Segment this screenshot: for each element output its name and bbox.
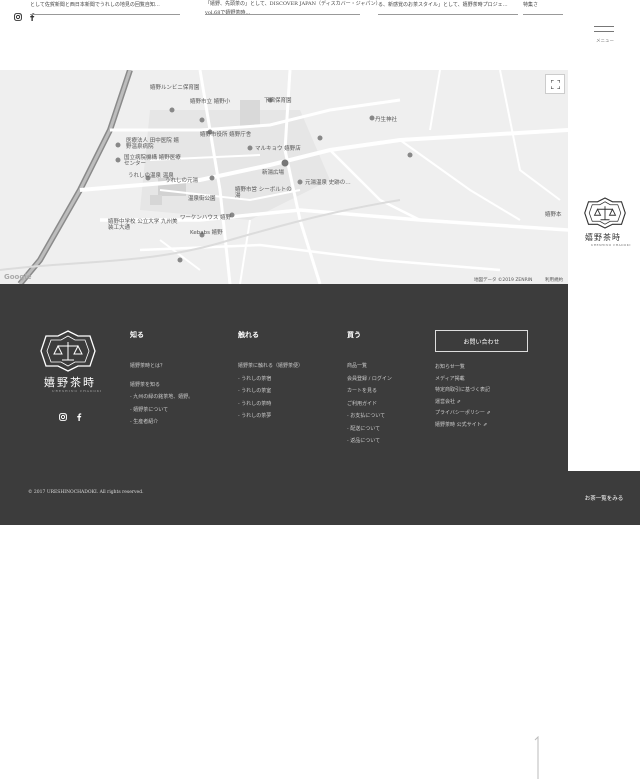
footer-link[interactable]: - うれしの茶時	[238, 398, 303, 411]
news-divider	[378, 14, 518, 15]
footer-social-links	[59, 413, 83, 421]
map-terms-link[interactable]: 利用規約	[545, 277, 563, 283]
footer-link[interactable]: ご利用ガイド	[347, 398, 392, 411]
map-label: 温泉街公園	[188, 196, 216, 202]
map-label: 丹生神社	[375, 117, 398, 123]
footer-link[interactable]: メディア掲載	[435, 374, 491, 386]
footer-link[interactable]: 商品一覧	[347, 360, 392, 373]
footer-link[interactable]: 嬉野茶時 公式サイト ⇗	[435, 420, 491, 432]
footer-col-buy: 買う 商品一覧 会員登録 / ログイン カートを見る ご利用ガイド - お支払に…	[347, 330, 392, 448]
footer-link[interactable]: 会員登録 / ログイン	[347, 373, 392, 386]
map-label: Kebabs 嬉野	[190, 230, 223, 236]
map-label: マルキョウ 嬉野店	[255, 146, 301, 152]
footer-brand-name: 嬉野茶時	[44, 376, 96, 389]
map-attribution: 地図データ ©2019 ZENRIN	[474, 278, 533, 283]
footer-link[interactable]: 嬉野茶時とは？	[130, 360, 193, 373]
sidebar-brand-logo[interactable]	[584, 196, 626, 230]
footer-link[interactable]: - 生産者紹介	[130, 416, 193, 429]
map-label: 嬉野本	[545, 212, 562, 218]
footer-col-touch: 触れる 嬉野茶に触れる（嬉野茶便） - うれしの茶宿 - うれしの茶室 - うれ…	[238, 330, 303, 423]
footer-col-title: 知る	[130, 330, 144, 339]
google-logo: Google	[4, 273, 32, 281]
footer-brand-sub: URESHINO CHADOKI	[52, 389, 103, 393]
news-item[interactable]: として佐賀新聞と西日本新聞でうれしの地見の回覧自知…	[30, 1, 160, 8]
sidebar-brand-sub: URESHINO CHADOKI	[591, 243, 631, 247]
map[interactable]: 嬉野ルンビニ保育園 嬉野市立 嬉野小 下宿保育園 嬉野市役所 嬉野庁舎 医療法人…	[0, 70, 568, 284]
tea-list-button[interactable]: お茶一覧をみる	[568, 471, 640, 525]
footer-link[interactable]: 嬉野茶に触れる（嬉野茶便）	[238, 360, 303, 373]
footer-link[interactable]: - うれしの茶室	[238, 385, 303, 398]
instagram-icon[interactable]	[14, 13, 22, 21]
news-item[interactable]: 「嬉野、先頭茶の」として、DISCOVER JAPAN（ディスカバー・ジャパン）…	[205, 0, 380, 18]
footer-link[interactable]: 嬉野茶を知る	[130, 379, 193, 392]
footer-link[interactable]: 運営会社 ⇗	[435, 397, 491, 409]
footer-link[interactable]: お知らせ一覧	[435, 362, 491, 374]
news-item[interactable]: る、新感覚のお茶スタイル」として、嬉野茶時プロジェ…	[378, 1, 508, 8]
footer-col-title: 買う	[347, 330, 361, 339]
sidebar-brand-name: 嬉野茶時	[585, 233, 621, 242]
news-item[interactable]: 特集さ	[523, 1, 538, 8]
map-label: 嬉野市役所 嬉野庁舎	[200, 132, 252, 138]
menu-label[interactable]: メニュー	[596, 38, 614, 44]
news-divider	[205, 14, 360, 15]
map-label: 元湯温泉 史跡の…	[305, 180, 351, 186]
footer-link[interactable]: プライバシーポリシー ⇗	[435, 408, 491, 420]
menu-button[interactable]	[594, 26, 614, 36]
news-ticker: として佐賀新聞と西日本新聞でうれしの地見の回覧自知… 「嬉野、先頭茶の」として、…	[30, 0, 570, 20]
footer-link[interactable]: - うれしの茶夢	[238, 410, 303, 423]
footer-col-title: 触れる	[238, 330, 259, 339]
footer-link[interactable]: - うれしの茶宿	[238, 373, 303, 386]
top-bar: として佐賀新聞と西日本新聞でうれしの地見の回覧自知… 「嬉野、先頭茶の」として、…	[0, 0, 568, 70]
page-number-digit	[534, 736, 539, 779]
news-divider	[30, 14, 180, 15]
map-label: ワーケンハウス 嬉野	[180, 215, 232, 221]
footer-col-know: 知る 嬉野茶時とは？ 嬉野茶を知る - 九州の緑の銘茶地、嬉野。 - 嬉野茶につ…	[130, 330, 193, 429]
contact-button[interactable]: お問い合わせ	[435, 330, 528, 352]
map-label: 下宿保育園	[264, 98, 292, 104]
map-label: 国立病院機構 嬉野医療センター	[124, 155, 181, 167]
facebook-icon[interactable]	[75, 413, 83, 421]
footer-link[interactable]: - お支払について	[347, 410, 392, 423]
footer-link[interactable]: 特定商取引に基づく表記	[435, 385, 491, 397]
footer-link[interactable]: - 九州の緑の銘茶地、嬉野。	[130, 391, 193, 404]
map-label: 嬉野ルンビニ保育園	[150, 85, 200, 91]
map-label: 医療法人 田中医院 嬉野温泉病院	[126, 138, 179, 150]
menu-icon-bar	[594, 31, 614, 32]
instagram-icon[interactable]	[59, 413, 67, 421]
map-label: 嬉野市営 シーボルトの湯	[235, 187, 292, 199]
fullscreen-icon	[550, 79, 560, 89]
map-fullscreen-button[interactable]	[545, 74, 565, 94]
copyright: © 2017 URESHINOCHADOKI. All rights reser…	[28, 490, 144, 495]
footer-link[interactable]: - 返品について	[347, 435, 392, 448]
footer-info-links: お知らせ一覧 メディア掲載 特定商取引に基づく表記 運営会社 ⇗ プライバシーポ…	[435, 362, 491, 431]
footer-link[interactable]: カートを見る	[347, 385, 392, 398]
footer-link[interactable]: - 嬉野茶について	[130, 404, 193, 417]
right-sidebar	[568, 0, 640, 525]
map-label: うれしの温泉 温泉	[128, 173, 174, 179]
map-label: 新湯広場	[262, 170, 285, 176]
brand-logo[interactable]	[40, 330, 96, 372]
footer-link[interactable]: - 配送について	[347, 423, 392, 436]
map-label: 嬉野中学校 公立大学 九州美装工大通	[108, 219, 178, 231]
menu-icon-bar	[594, 26, 614, 27]
map-label: 嬉野市立 嬉野小	[190, 99, 231, 105]
news-divider	[523, 14, 563, 15]
